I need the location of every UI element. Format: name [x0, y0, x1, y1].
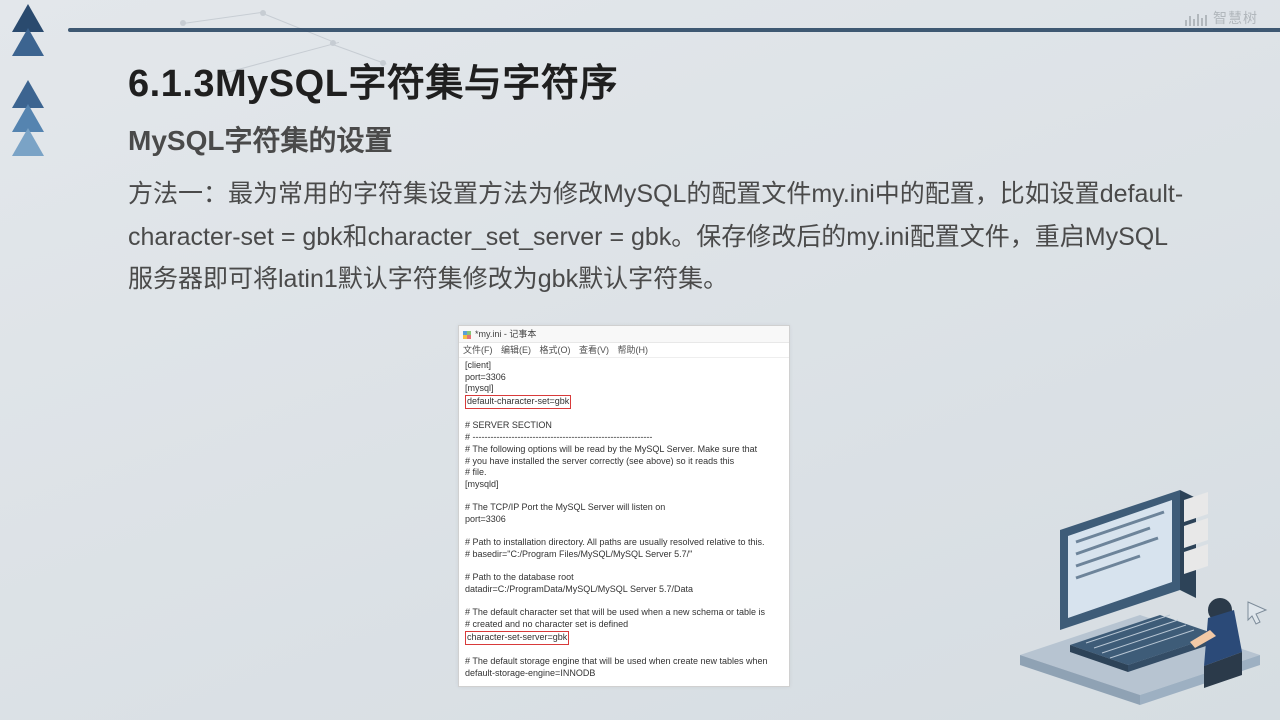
slide-body-text: 方法一：最为常用的字符集设置方法为修改MySQL的配置文件my.ini中的配置，… [128, 173, 1184, 301]
watermark: 智慧树 [1185, 8, 1258, 30]
slide-subtitle: MySQL字符集的设置 [128, 119, 1244, 159]
notepad-body: [client] port=3306 [mysql] default-chara… [459, 358, 789, 682]
notepad-text-bottom: # The default storage engine that will b… [465, 656, 768, 678]
slide-title: 6.1.3MySQL字符集与字符序 [128, 52, 1244, 107]
notepad-text-mid: # SERVER SECTION # ---------------------… [465, 420, 765, 629]
notepad-highlight-2: character-set-server=gbk [465, 631, 569, 645]
slide-content: 6.1.3MySQL字符集与字符序 MySQL字符集的设置 方法一：最为常用的字… [68, 34, 1244, 301]
notepad-highlight-1: default-character-set=gbk [465, 395, 571, 409]
watermark-bars-icon [1185, 12, 1209, 26]
watermark-text: 智慧树 [1213, 8, 1258, 30]
title-bar-strip [68, 28, 1280, 32]
computer-illustration-icon [990, 470, 1270, 710]
notepad-menubar: 文件(F) 编辑(E) 格式(O) 查看(V) 帮助(H) [459, 343, 789, 358]
left-arrow-decoration-icon [12, 0, 58, 148]
notepad-window: *my.ini - 记事本 文件(F) 编辑(E) 格式(O) 查看(V) 帮助… [458, 325, 790, 687]
notepad-titlebar: *my.ini - 记事本 [459, 326, 789, 343]
slide-canvas: 智慧树 6.1.3MySQL字符集与字符序 MySQL字符集的设置 方法一：最为… [0, 0, 1280, 720]
notepad-text-top: [client] port=3306 [mysql] [465, 360, 506, 393]
